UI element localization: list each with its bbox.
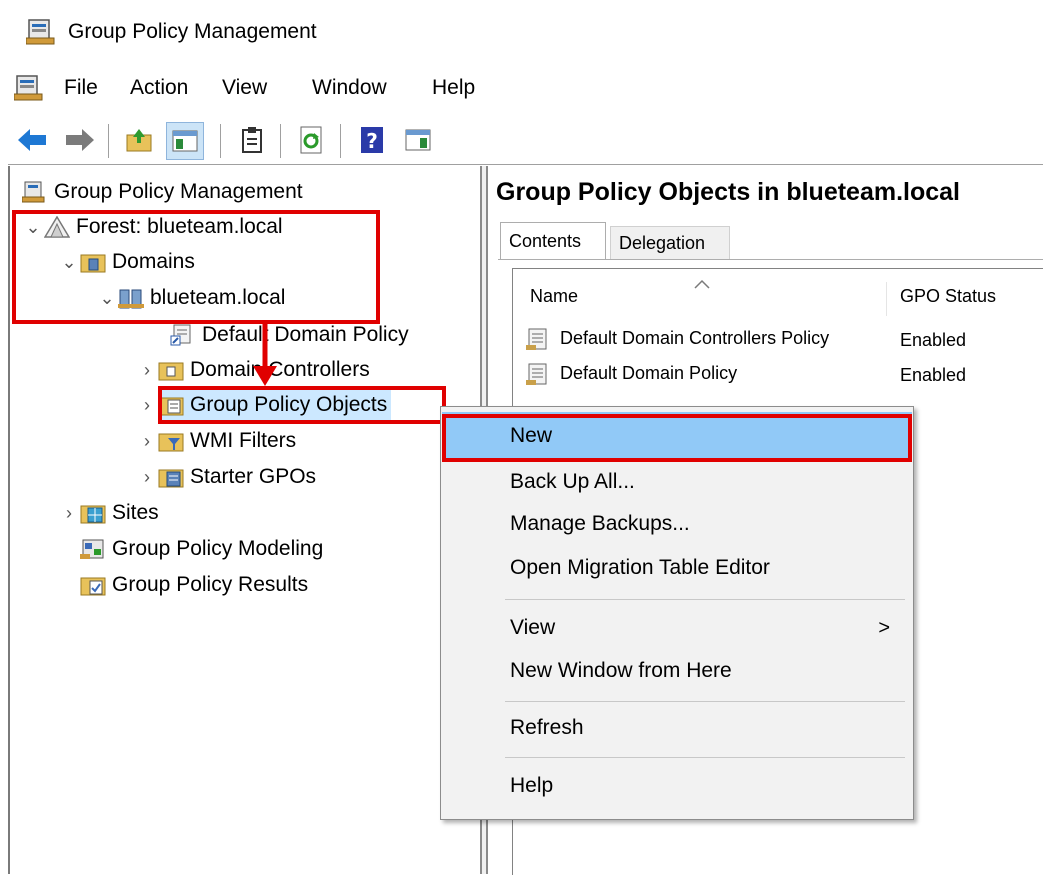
toolbar-separator: [280, 124, 281, 158]
annotation-box-new: [442, 414, 912, 462]
annotation-arrow-icon: [250, 320, 280, 390]
list-item-name: Default Domain Controllers Policy: [560, 327, 830, 348]
tree-label: Sites: [112, 501, 159, 524]
column-divider[interactable]: [886, 282, 887, 316]
svg-text:?: ?: [366, 129, 378, 153]
list-item-name: Default Domain Policy: [560, 362, 738, 383]
annotation-box-forest: [12, 210, 380, 324]
gpm-icon: [21, 181, 46, 203]
chevron-right-icon[interactable]: ›: [58, 503, 80, 524]
context-menu-item-refresh[interactable]: Refresh: [442, 702, 912, 754]
refresh-icon[interactable]: [294, 122, 330, 158]
menu-help[interactable]: Help: [432, 76, 475, 100]
toolbar-separator: [108, 124, 109, 158]
list-item-status: Enabled: [900, 330, 967, 350]
properties-icon[interactable]: [234, 122, 270, 158]
menu-app-icon[interactable]: [13, 74, 44, 102]
starter-gpo-icon: [158, 466, 184, 488]
tree-item-root[interactable]: Group Policy Management: [21, 175, 303, 209]
toolbar-bottom-border: [8, 164, 1043, 165]
toolbar-separator: [340, 124, 341, 158]
tree-item-wmi-filters[interactable]: › WMI Filters: [136, 424, 296, 458]
menu-action[interactable]: Action: [130, 76, 188, 100]
tab-contents[interactable]: Contents: [500, 222, 606, 260]
chevron-right-icon[interactable]: ›: [136, 467, 158, 488]
list-item[interactable]: Default Domain Policy: [526, 362, 738, 385]
tree-label: Group Policy Management: [54, 180, 303, 203]
forward-icon[interactable]: [62, 122, 98, 158]
tree-item-modeling[interactable]: Group Policy Modeling: [80, 532, 323, 566]
column-header-gpo-status[interactable]: GPO Status: [900, 286, 996, 307]
show-hide-tree-icon[interactable]: [166, 122, 204, 160]
tab-delegation[interactable]: Delegation: [610, 226, 730, 260]
context-menu-item-open-migration-table-editor[interactable]: Open Migration Table Editor: [442, 542, 912, 594]
chevron-right-icon[interactable]: ›: [136, 395, 158, 416]
ou-folder-icon: [158, 359, 184, 381]
tree-item-sites[interactable]: › Sites: [58, 496, 159, 530]
tree-label: Starter GPOs: [190, 465, 317, 488]
tree-label: Default Domain Policy: [202, 323, 409, 346]
tree-label: Group Policy Results: [112, 573, 309, 596]
tab-strip-border: [498, 259, 1043, 260]
modeling-icon: [80, 538, 104, 560]
help-icon[interactable]: ?: [354, 122, 390, 158]
wmi-filter-icon: [158, 430, 184, 452]
context-menu-separator: [505, 599, 905, 600]
tree-label: WMI Filters: [190, 429, 297, 452]
sites-icon: [80, 502, 106, 524]
tree-item-starter-gpos[interactable]: › Starter GPOs: [136, 460, 316, 494]
context-menu-item-help[interactable]: Help: [442, 760, 912, 812]
gpo-icon: [526, 327, 552, 350]
window-title: Group Policy Management: [68, 20, 317, 43]
back-icon[interactable]: [14, 122, 50, 158]
up-folder-icon[interactable]: [122, 122, 158, 158]
tree-label: Group Policy Modeling: [112, 537, 324, 560]
submenu-arrow-icon: >: [878, 616, 890, 639]
menu-file[interactable]: File: [64, 76, 98, 100]
gpo-icon: [526, 362, 552, 385]
context-menu-separator: [505, 757, 905, 758]
action-pane-icon[interactable]: [400, 122, 436, 158]
chevron-right-icon[interactable]: ›: [136, 431, 158, 452]
chevron-right-icon[interactable]: ›: [136, 360, 158, 381]
column-header-name[interactable]: Name: [530, 286, 578, 307]
gpo-link-icon: [170, 324, 194, 346]
results-icon: [80, 574, 106, 596]
list-item[interactable]: Default Domain Controllers Policy: [526, 327, 830, 350]
results-heading: Group Policy Objects in blueteam.local: [496, 178, 961, 206]
list-item-status: Enabled: [900, 365, 967, 385]
app-icon: [25, 18, 56, 46]
context-menu-item-label: View: [510, 616, 556, 639]
toolbar-separator: [220, 124, 221, 158]
context-menu-item-new-window-from-here[interactable]: New Window from Here: [442, 645, 912, 697]
menu-view[interactable]: View: [222, 76, 267, 100]
annotation-box-gpo: [158, 386, 446, 424]
menu-window[interactable]: Window: [312, 76, 387, 100]
sort-ascending-icon: [692, 272, 712, 289]
tree-item-results[interactable]: Group Policy Results: [80, 568, 308, 602]
